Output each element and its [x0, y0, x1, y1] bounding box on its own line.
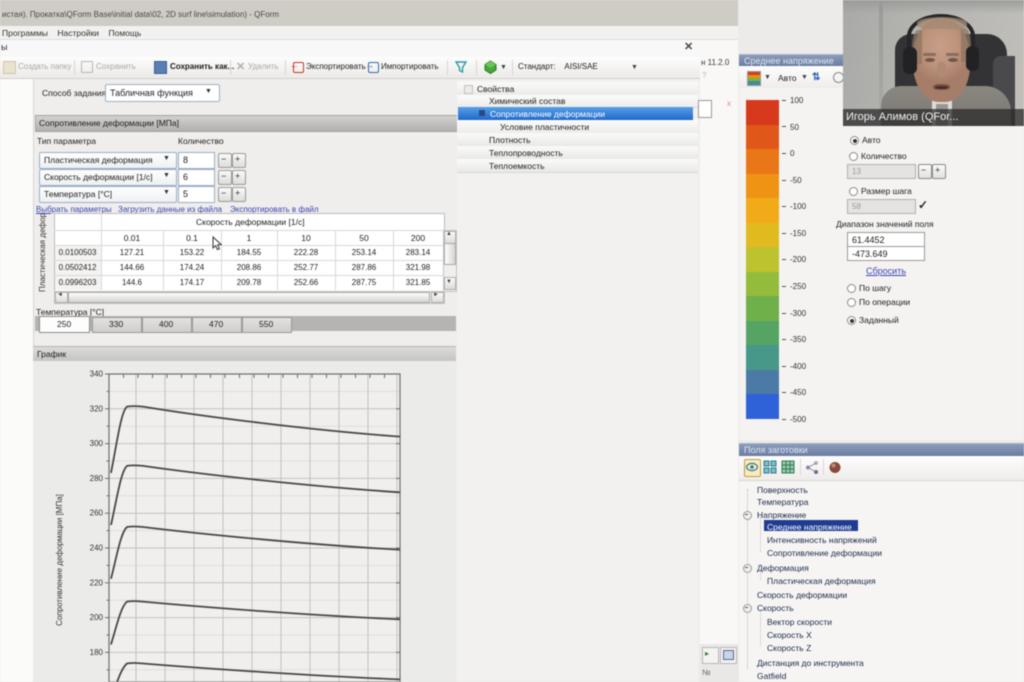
svg-text:260: 260: [90, 509, 104, 518]
svg-text:280: 280: [90, 474, 104, 483]
svg-text:240: 240: [90, 544, 104, 553]
svg-text:200: 200: [90, 613, 104, 622]
svg-text:320: 320: [90, 404, 104, 413]
svg-text:340: 340: [90, 370, 104, 379]
svg-text:220: 220: [90, 578, 104, 587]
svg-text:Сопротивление деформации [МПа]: Сопротивление деформации [МПа]: [55, 494, 64, 626]
svg-text:300: 300: [90, 439, 104, 448]
svg-text:180: 180: [90, 648, 104, 657]
